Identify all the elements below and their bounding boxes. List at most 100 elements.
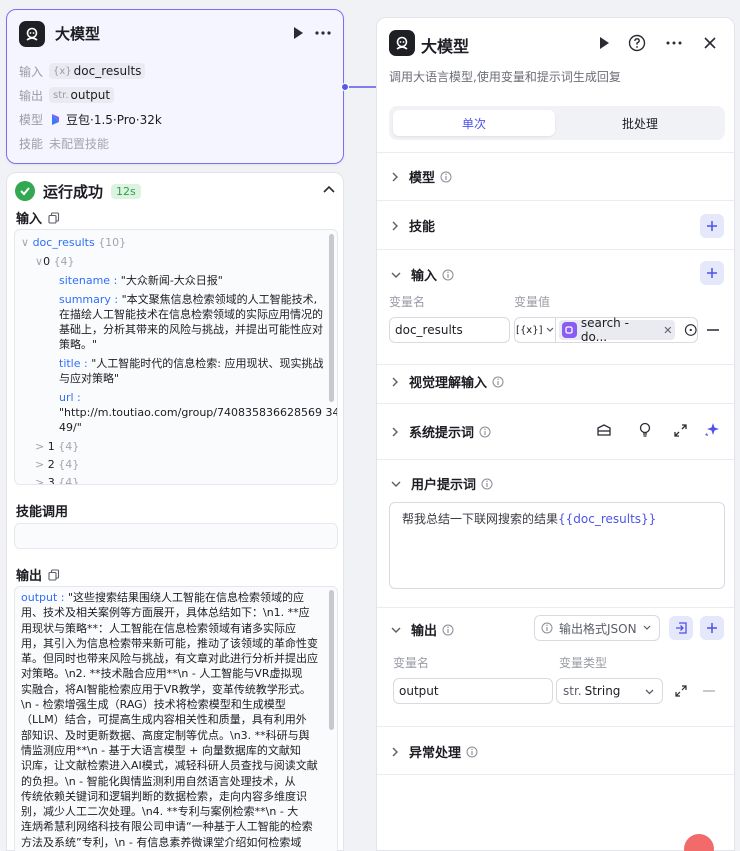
- divider: [377, 249, 734, 250]
- info-icon[interactable]: [492, 376, 504, 388]
- section-label: 输入: [411, 269, 438, 284]
- tree-count: {4}: [58, 476, 80, 485]
- import-output-button[interactable]: [669, 616, 693, 640]
- output-line-text: 情监测应用**\n - 基于大语言模型 + 向量数据库的文献知: [21, 743, 301, 757]
- tree-value: "本文聚焦信息检索领域的人工智能技术,: [121, 293, 318, 306]
- target-icon[interactable]: [684, 323, 698, 337]
- chevron-down-icon: [391, 627, 401, 633]
- add-input-button[interactable]: [700, 261, 724, 285]
- add-skill-button[interactable]: [700, 214, 724, 238]
- input-scrollbar[interactable]: [329, 234, 334, 402]
- expand-icon[interactable]: [674, 424, 687, 437]
- tree-item-collapsed[interactable]: > 1 {4}: [35, 439, 79, 454]
- ref-type-select[interactable]: [{x}]: [515, 318, 556, 342]
- input-var-name-field[interactable]: doc_results: [389, 317, 510, 343]
- section-skills[interactable]: 技能: [391, 216, 435, 235]
- run-result-panel: 运行成功 12s 输入 ∨ doc_results {10} ∨0 {4} si…: [6, 172, 344, 851]
- output-section-title: 输出: [16, 565, 60, 584]
- remove-output-button[interactable]: [703, 690, 715, 692]
- node-row-label: 输出: [19, 88, 44, 103]
- output-value: output : "这些搜索结果围绕人工智能在信息检索领域的应 用、技术及相关案例…: [21, 590, 326, 850]
- copy-icon[interactable]: [48, 568, 60, 581]
- tree-item-0[interactable]: ∨0 {4}: [35, 254, 75, 269]
- tree-value: "大众新闻-大众日报": [120, 274, 223, 287]
- tree-key: sitename: [59, 274, 111, 287]
- output-type-select[interactable]: str. String: [556, 678, 663, 704]
- output-line-text: （LLM）结合，可提高生成内容相关性和质量，具有利用外: [21, 713, 307, 727]
- tree-key: 1: [47, 440, 55, 453]
- play-icon[interactable]: [595, 34, 613, 52]
- output-title-text: 输出: [16, 569, 43, 584]
- help-icon[interactable]: [628, 34, 646, 52]
- section-output[interactable]: 输出: [391, 620, 454, 639]
- info-icon[interactable]: [479, 426, 491, 438]
- ai-sparkle-icon[interactable]: [704, 422, 720, 438]
- run-status: 运行成功: [43, 182, 104, 201]
- run-header: 运行成功 12s: [15, 181, 141, 201]
- output-line: （LLM）结合，可提高生成内容相关性和质量，具有利用外: [21, 712, 326, 727]
- output-format-select[interactable]: 输出格式JSON: [534, 615, 660, 641]
- chevron-down-icon: [391, 481, 401, 487]
- add-output-button[interactable]: [700, 616, 724, 640]
- llm-node-card[interactable]: 大模型 输入 {x} doc_results 输出 str. output 模型 豆…: [6, 9, 349, 164]
- input-var-reference[interactable]: [{x}] search - do...: [514, 316, 698, 344]
- info-icon[interactable]: [442, 624, 454, 636]
- chevron-right-icon: [392, 427, 398, 436]
- tree-key: 3: [47, 476, 55, 485]
- section-system-prompt[interactable]: 系统提示词: [391, 422, 491, 441]
- expand-icon[interactable]: [675, 685, 687, 697]
- play-icon[interactable]: [290, 25, 306, 41]
- tree-root[interactable]: ∨ doc_results {10}: [21, 235, 126, 250]
- output-line-text: 用现状与策略**：人工智能在信息检索领域有诸多实际应: [21, 621, 296, 635]
- info-icon[interactable]: [481, 478, 493, 490]
- copy-icon[interactable]: [48, 211, 60, 224]
- user-prompt-editor[interactable]: 帮我总结一下联网搜索的结果{{doc_results}}: [389, 502, 725, 589]
- import-icon: [676, 622, 687, 634]
- more-icon[interactable]: [313, 25, 333, 41]
- section-model[interactable]: 模型: [391, 167, 452, 186]
- output-format-text: 输出格式JSON: [559, 621, 637, 636]
- tree-count: {4}: [58, 458, 80, 471]
- section-exception[interactable]: 异常处理: [391, 742, 478, 761]
- section-input[interactable]: 输入: [391, 265, 454, 284]
- tree-value: 基础上，分析其带来的风险与挑战，并提出可能性应对: [59, 323, 323, 336]
- plus-icon: [707, 221, 717, 231]
- chevron-down-icon: [645, 689, 654, 695]
- input-title-text: 输入: [16, 212, 43, 227]
- chevron-up-icon[interactable]: [323, 184, 335, 194]
- section-label: 输出: [411, 624, 438, 639]
- info-icon[interactable]: [466, 746, 478, 758]
- remove-input-button[interactable]: [707, 329, 719, 331]
- skills-value: 未配置技能: [49, 136, 110, 151]
- tree-field-url: url :: [59, 391, 81, 404]
- section-user-prompt[interactable]: 用户提示词: [391, 474, 493, 493]
- output-var-name-field[interactable]: output: [393, 678, 553, 704]
- node-row-input: 输入 {x} doc_results: [19, 61, 146, 81]
- section-label: 视觉理解输入: [409, 376, 488, 391]
- close-icon[interactable]: [701, 34, 719, 52]
- tab-single[interactable]: 单次: [393, 110, 555, 136]
- panel-title: 大模型: [421, 37, 470, 56]
- prompt-library-icon[interactable]: [596, 423, 612, 437]
- output-line-text: 部知识、及时更新数据、高度定制等优点。\n3. **科研与舆: [21, 728, 310, 742]
- tree-item-collapsed[interactable]: > 2 {4}: [35, 457, 79, 472]
- tree-value: 策略。": [59, 338, 98, 351]
- output-type-text: String: [584, 684, 621, 698]
- divider: [377, 364, 734, 365]
- lightbulb-icon[interactable]: [638, 422, 652, 438]
- info-icon[interactable]: [440, 171, 452, 183]
- output-scrollbar[interactable]: [329, 590, 334, 730]
- info-icon[interactable]: [442, 269, 454, 281]
- tab-batch[interactable]: 批处理: [559, 110, 721, 136]
- remove-icon[interactable]: [664, 326, 672, 334]
- node-output-port[interactable]: [341, 83, 349, 91]
- ref-value-text: search - do...: [580, 316, 629, 344]
- tree-item-collapsed[interactable]: > 3 {4}: [35, 475, 80, 485]
- ref-type-text: [{x}]: [516, 324, 543, 336]
- success-check-icon: [15, 181, 35, 201]
- model-name: 豆包·1.5·Pro·32k: [66, 112, 162, 127]
- output-line-text: 识库，让文献检索进入AI模式，减轻科研人员查找与阅读文献: [21, 759, 318, 773]
- more-icon[interactable]: [665, 34, 683, 52]
- section-vision-input[interactable]: 视觉理解输入: [391, 372, 504, 391]
- output-var-name-label: 变量名: [393, 656, 430, 670]
